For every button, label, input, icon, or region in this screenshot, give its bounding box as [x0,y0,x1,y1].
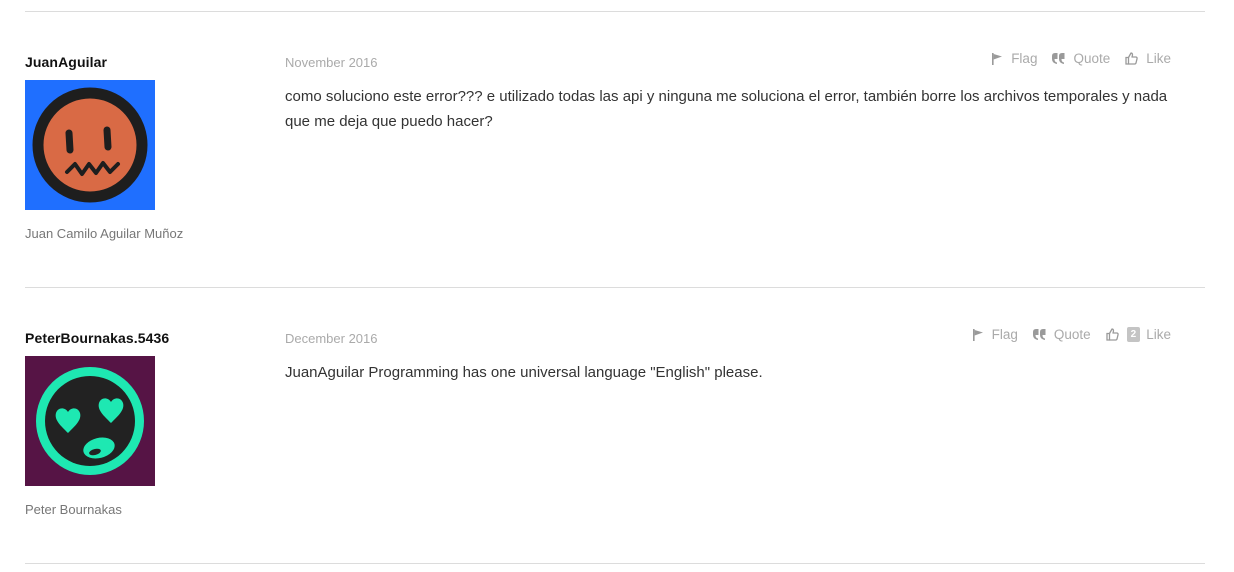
like-count-badge: 2 [1126,327,1141,342]
post-message: JuanAguilar Programming has one universa… [285,364,763,381]
quote-label: Quote [1053,327,1091,342]
post-actions: Flag Quote 2 Like [957,327,1171,342]
like-button[interactable]: 2 Like [1106,327,1171,342]
user-realname: Peter Bournakas [25,502,122,517]
quote-icon [1052,53,1065,64]
like-button[interactable]: Like [1125,51,1171,66]
flag-button[interactable]: Flag [972,327,1018,342]
like-label: Like [1146,51,1171,66]
flag-button[interactable]: Flag [991,51,1037,66]
user-realname: Juan Camilo Aguilar Muñoz [25,226,184,241]
flag-label: Flag [1011,51,1038,66]
bottom-divider [25,563,1205,564]
worried-face-avatar-icon [25,80,155,210]
thumbs-up-icon [1106,328,1119,341]
post-divider [25,287,1205,288]
flag-icon [992,52,1003,65]
post-message: como soluciono este error??? e utilizado… [285,88,1168,130]
post-date[interactable]: November 2016 [285,55,378,70]
flag-icon [972,328,983,341]
user-avatar[interactable] [25,80,155,210]
thumbs-up-icon [1125,52,1138,65]
flag-label: Flag [991,327,1018,342]
quote-button[interactable]: Quote [1052,51,1110,66]
post-username[interactable]: JuanAguilar [25,54,107,70]
post-actions: Flag Quote Like [976,51,1171,66]
quote-icon [1032,329,1046,340]
post-username[interactable]: PeterBournakas.5436 [25,330,169,346]
like-label: Like [1146,327,1171,342]
post-date[interactable]: December 2016 [285,331,378,346]
top-divider [25,11,1205,12]
quote-button[interactable]: Quote [1032,327,1091,342]
heart-eyes-face-avatar-icon [25,356,155,486]
quote-label: Quote [1073,51,1111,66]
user-avatar[interactable] [25,356,155,486]
